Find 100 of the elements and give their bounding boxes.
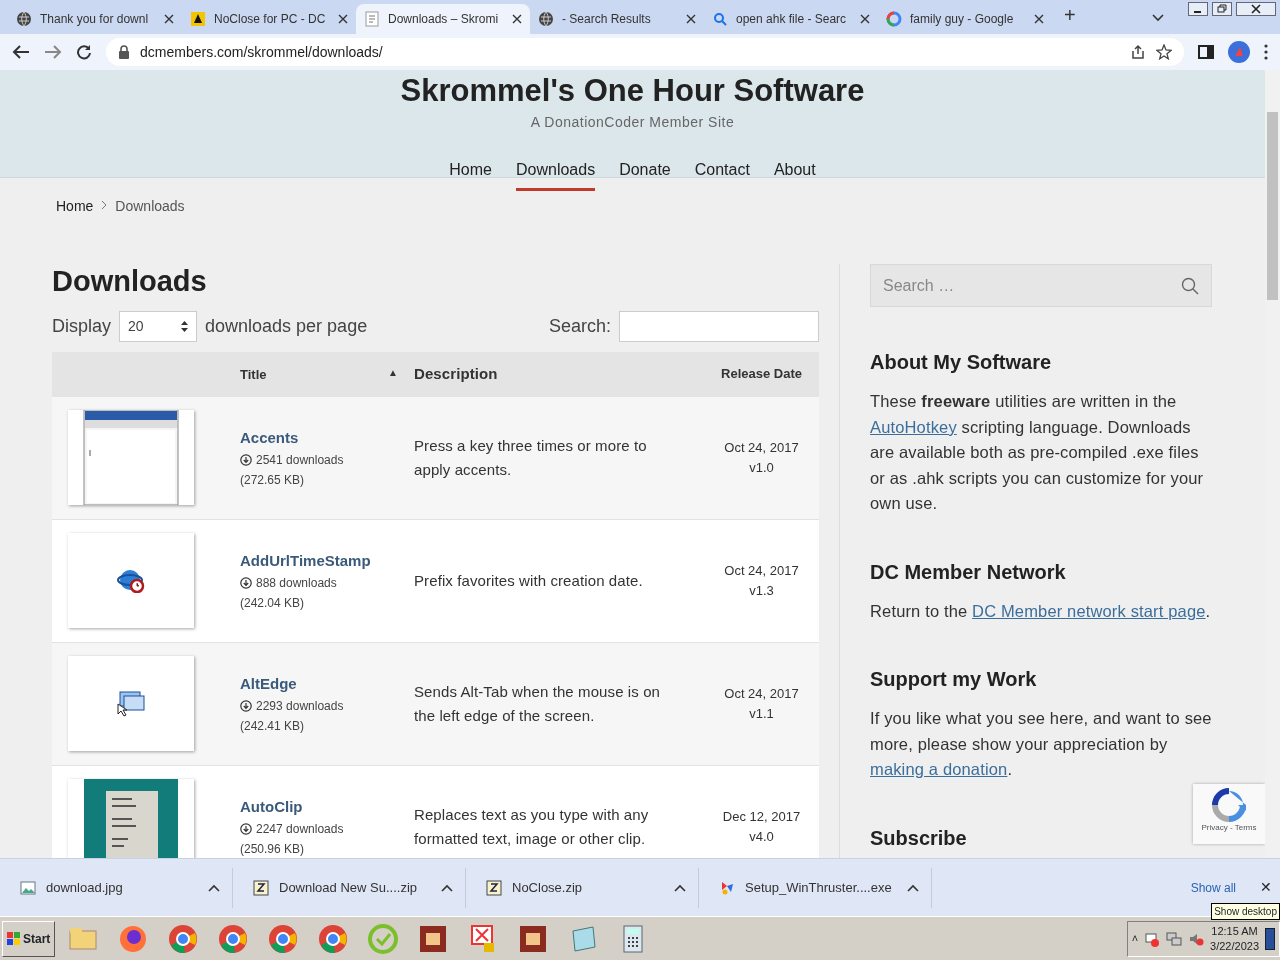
browser-icon[interactable] [217, 922, 250, 955]
nav-link[interactable]: About [773, 150, 816, 191]
recaptcha-badge[interactable]: Privacy - Terms [1193, 784, 1265, 844]
browser-icon[interactable] [317, 922, 350, 955]
page-heading: Downloads [52, 264, 207, 299]
download-count: 2293 downloads [256, 697, 344, 715]
caret-icon[interactable] [441, 883, 453, 892]
globe-icon [16, 11, 32, 27]
back-icon[interactable] [12, 44, 30, 60]
release-date: Oct 24, 2017 [723, 684, 800, 703]
app-icon [190, 11, 206, 27]
sort-indicator[interactable]: ▲ [388, 364, 398, 385]
text-link[interactable]: DC Member network start page [972, 601, 1206, 620]
search-icon[interactable] [1181, 276, 1199, 295]
text-link[interactable]: making a donation [870, 760, 1008, 778]
description: Press a key three times or more to apply accents. [414, 435, 648, 480]
forward-icon[interactable] [44, 44, 62, 60]
download-count: 888 downloads [256, 574, 337, 592]
lock-icon [118, 45, 130, 59]
reload-icon[interactable] [76, 44, 92, 60]
search-icon [712, 11, 728, 27]
widget-text: If you like what you see here, and want to see more, please show your appreciation by making a donation. [870, 708, 1212, 780]
close-icon[interactable] [512, 14, 522, 24]
address-bar[interactable]: dcmembers.com/skrommel/downloads/ [106, 38, 1184, 66]
close-icon[interactable] [860, 14, 870, 24]
widget-text: These freeware utilities are written in the AutoHotkey scripting language. Downloads are available both as pre-compiled .exe files or as .ahk scripts you can customize for your own use. [870, 391, 1205, 514]
nav-link[interactable]: Downloads [516, 150, 596, 191]
new-tab-button[interactable]: + [1064, 0, 1076, 30]
caret-icon[interactable] [208, 883, 220, 892]
release-date: Dec 12, 2017 [721, 807, 802, 826]
caret-icon[interactable] [1152, 14, 1164, 22]
download-title-link[interactable]: AutoClip [240, 795, 303, 819]
page-size-select[interactable]: 20 [119, 310, 198, 342]
close-icon[interactable] [686, 14, 696, 24]
download-item[interactable]: NoClose.zip [466, 867, 699, 908]
side-panel-icon[interactable] [1198, 44, 1214, 60]
search-field[interactable] [619, 310, 819, 342]
browser-icon[interactable] [267, 922, 300, 955]
caret-icon[interactable] [674, 883, 686, 892]
browser-tab[interactable]: family guy - Google [878, 4, 1052, 34]
column-header[interactable]: Title [240, 364, 267, 385]
tray-expand-button[interactable]: ˄ [1131, 930, 1139, 947]
file-size: (242.41 KB) [240, 718, 305, 733]
network-error-icon[interactable] [1144, 930, 1161, 947]
browser-tab[interactable]: open ahk file - Searc [704, 4, 878, 34]
description: Sends Alt-Tab when the mouse is on the left edge of the screen. [414, 681, 662, 726]
search-label: Search: [548, 314, 611, 338]
download-item[interactable]: download.jpg [0, 867, 233, 908]
column-header[interactable]: Release Date [721, 366, 802, 382]
widget-heading: About My Software [870, 350, 1053, 375]
download-title-link[interactable]: Accents [240, 426, 299, 450]
nav-link[interactable]: Home [449, 150, 492, 191]
show-all-link[interactable]: Show all [1190, 878, 1236, 897]
browser-tab[interactable]: Thank you for downl [8, 4, 182, 34]
version: v4.0 [748, 827, 775, 846]
browser-icon[interactable] [167, 922, 200, 955]
star-icon[interactable] [1156, 44, 1172, 60]
share-icon[interactable] [1130, 44, 1146, 60]
start-button[interactable]: Start [2, 920, 56, 957]
close-icon[interactable] [338, 14, 348, 24]
show-desktop-button[interactable] [1265, 927, 1275, 950]
more-menu-icon[interactable] [1264, 44, 1268, 60]
widget-heading: DC Member Network [870, 559, 1067, 585]
profile-avatar-icon[interactable] [1228, 41, 1250, 63]
network-icon[interactable] [1166, 930, 1183, 947]
browser-tab[interactable]: - Search Results [530, 4, 704, 34]
download-icon [240, 699, 252, 712]
tooltip: Show desktop [1211, 903, 1280, 920]
file-size: (272.65 KB) [240, 472, 305, 487]
widget-text: Return to the DC Member network start page. [870, 600, 1212, 622]
page-icon [364, 11, 380, 27]
nav-link[interactable]: Contact [694, 150, 750, 191]
close-icon[interactable] [164, 14, 174, 24]
clock[interactable]: 12:15 AM 3/22/2023 [1210, 923, 1259, 954]
version: v1.0 [748, 458, 775, 477]
download-item[interactable]: Download New Su....zip [233, 867, 466, 908]
breadcrumb-current: Downloads [115, 197, 185, 216]
window-stack-icon [117, 690, 145, 717]
nav-link[interactable]: Donate [619, 150, 671, 191]
download-title-link[interactable]: AltEdge [240, 672, 297, 696]
browser-tab[interactable]: Downloads – Skromi [356, 4, 530, 34]
browser-tab[interactable]: NoClose for PC - DC [182, 4, 356, 34]
sort-arrows-icon [181, 320, 189, 332]
version: v1.3 [748, 581, 775, 600]
close-icon[interactable] [1034, 14, 1044, 24]
download-title-link[interactable]: AddUrlTimeStamp [240, 549, 371, 573]
restore-icon[interactable] [1212, 2, 1232, 16]
close-icon[interactable] [1236, 2, 1276, 16]
column-header[interactable]: Description [414, 365, 498, 383]
close-button[interactable]: ✕ [1260, 877, 1272, 898]
image-file-icon [20, 879, 36, 896]
version: v1.1 [748, 704, 775, 723]
caret-icon[interactable] [907, 883, 919, 892]
globe-clock-icon [117, 568, 145, 593]
minimize-icon[interactable] [1188, 2, 1208, 16]
per-page-label: downloads per page [205, 314, 368, 338]
download-item[interactable]: Setup_WinThruster....exe [699, 867, 932, 908]
release-date: Oct 24, 2017 [723, 561, 800, 580]
breadcrumb-link[interactable]: Home [56, 196, 94, 217]
text-link[interactable]: AutoHotkey [870, 417, 957, 436]
